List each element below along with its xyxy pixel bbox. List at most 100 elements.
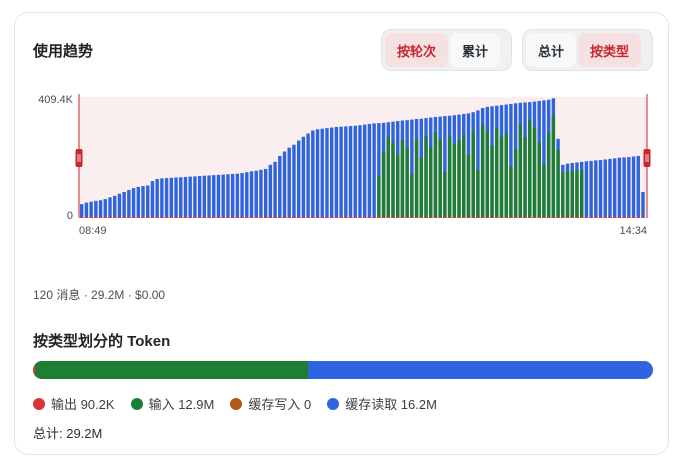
bar-cache-read — [334, 126, 339, 218]
bar-input — [579, 169, 584, 218]
bar-cache-read — [339, 126, 343, 218]
bar-cache-read — [301, 136, 306, 218]
bar-cache-read — [353, 125, 357, 218]
bar-output — [136, 217, 140, 218]
bar-output — [216, 217, 221, 218]
bar-output — [419, 217, 423, 218]
bar-output — [429, 217, 433, 218]
bar-input — [570, 170, 574, 218]
bar-output — [339, 217, 343, 218]
bar-output — [513, 217, 518, 218]
bar-output — [273, 217, 277, 218]
bar-cache-read — [103, 199, 107, 218]
bar-cache-read — [80, 204, 84, 218]
bar-output — [589, 217, 593, 218]
bar-cache-read — [372, 123, 376, 218]
bar-input — [575, 170, 579, 218]
bar-cache-read — [183, 176, 188, 218]
bar-cache-read — [235, 173, 240, 218]
bar-cache-read — [367, 124, 372, 218]
bar-output — [504, 217, 508, 218]
bar-input — [438, 138, 442, 218]
legend-label-cache-read: 缓存读取 16.2M — [345, 397, 437, 412]
bar-cache-read — [122, 191, 126, 218]
bar-cache-read — [641, 191, 645, 218]
bar-output — [301, 217, 306, 218]
bar-cache-read — [141, 186, 145, 218]
bar-output — [329, 217, 334, 218]
bar-cache-read — [230, 173, 235, 218]
bar-cache-read — [296, 140, 301, 218]
bar-input — [457, 140, 461, 218]
bar-input — [480, 124, 485, 218]
bar-output — [476, 217, 480, 218]
range-left-handle[interactable] — [75, 149, 83, 167]
bar-output — [207, 217, 211, 218]
type-bar-input — [34, 361, 308, 379]
bar-output — [612, 217, 617, 218]
bar-output — [381, 217, 386, 218]
bar-output — [127, 217, 131, 218]
bar-input — [443, 172, 447, 218]
bar-output — [641, 217, 645, 218]
bar-cache-read — [259, 169, 263, 218]
bar-output — [490, 217, 494, 218]
bar-output — [396, 217, 400, 218]
bar-output — [230, 217, 235, 218]
bar-cache-read — [240, 173, 244, 218]
bar-output — [296, 217, 301, 218]
bar-output — [235, 217, 240, 218]
bar-cache-read — [155, 178, 159, 218]
bar-input — [542, 165, 546, 218]
legend-label-input: 输入 12.9M — [148, 397, 215, 412]
per-turn-button[interactable]: 按轮次 — [385, 33, 449, 67]
bar-output — [344, 217, 348, 218]
bar-output — [631, 217, 636, 218]
bar-input — [410, 173, 414, 218]
bar-output — [400, 217, 405, 218]
bar-input — [419, 158, 423, 218]
bar-cache-read — [188, 176, 192, 218]
bar-cache-read — [292, 144, 296, 218]
bar-output — [518, 217, 523, 218]
bar-output — [598, 217, 603, 218]
type-breakdown-title: 按类型划分的 Token — [33, 333, 171, 350]
bar-input — [414, 138, 419, 218]
bar-cache-read — [631, 156, 636, 218]
bar-output — [377, 217, 381, 218]
bar-input — [551, 115, 556, 218]
bar-output — [174, 217, 178, 218]
bar-input — [433, 132, 438, 218]
bar-output — [546, 217, 551, 218]
bar-input — [476, 169, 480, 218]
bar-input — [561, 172, 565, 218]
bar-input — [499, 136, 504, 218]
bar-cache-read — [221, 174, 225, 218]
bar-output — [471, 217, 475, 218]
bar-input — [471, 131, 475, 218]
bar-cache-read — [320, 128, 324, 218]
bar-cache-read — [127, 189, 131, 218]
by-type-view-button[interactable]: 按类型 — [578, 33, 642, 67]
cumulative-button[interactable]: 累计 — [450, 33, 501, 67]
bar-input — [528, 119, 532, 218]
bar-output — [537, 217, 541, 218]
bar-output — [443, 217, 447, 218]
bar-output — [315, 217, 320, 218]
mode-toggle: 按轮次 累计 — [381, 29, 512, 71]
bar-cache-read — [169, 177, 174, 218]
bar-output — [584, 217, 589, 218]
bar-output — [532, 217, 537, 218]
range-right-handle[interactable] — [643, 149, 651, 167]
total-view-button[interactable]: 总计 — [526, 33, 577, 67]
bar-cache-read — [94, 200, 98, 218]
type-total: 总计: 29.2M — [33, 426, 103, 441]
bar-output — [608, 217, 612, 218]
bar-cache-read — [216, 174, 221, 218]
bar-output — [287, 217, 291, 218]
bar-output — [334, 217, 339, 218]
bar-cache-read — [131, 188, 136, 218]
bar-output — [94, 217, 98, 218]
bar-output — [320, 217, 324, 218]
bar-input — [565, 171, 570, 218]
